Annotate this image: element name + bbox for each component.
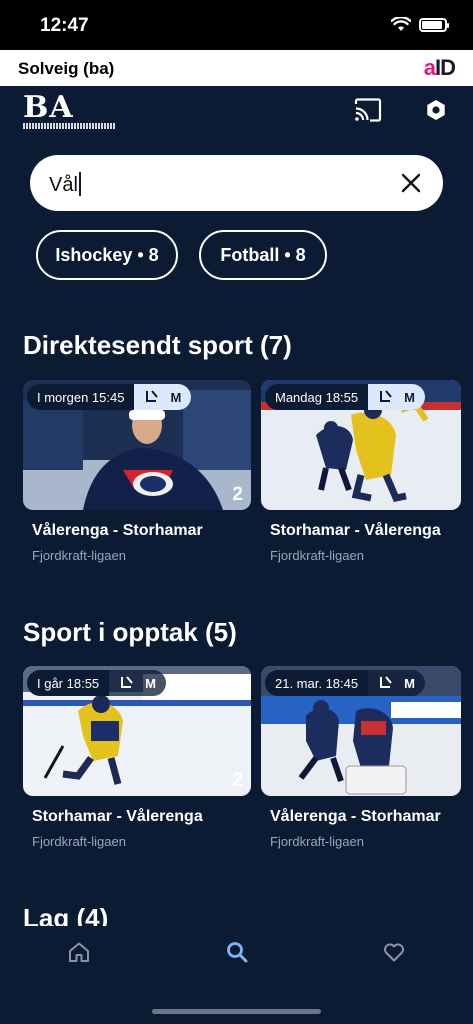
event-badge: Mandag 18:55 M [265,384,425,410]
event-time: Mandag 18:55 [265,384,369,410]
event-card[interactable]: 21. mar. 18:45 M Vålerenga - Storhamar F… [261,666,461,849]
status-icons [391,17,449,32]
event-badge: 21. mar. 18:45 M [265,670,425,696]
event-league: Fjordkraft-ligaen [32,548,126,563]
event-title: Storhamar - Vålerenga [270,522,441,539]
user-bar[interactable]: Solveig (ba) aID [0,50,473,86]
event-meta: M [145,675,156,691]
search-icon[interactable] [225,940,249,964]
search-query[interactable]: Vål [49,172,81,197]
event-time: 21. mar. 18:45 [265,670,369,696]
section-title-live: Direktesendt sport (7) [23,330,292,360]
wifi-icon [391,17,411,31]
event-title: Vålerenga - Storhamar [32,522,203,539]
event-badge: I morgen 15:45 M [27,384,192,410]
app-header: BA [0,86,473,138]
hockey-stick-icon [380,390,392,402]
event-time: I morgen 15:45 [27,384,135,410]
ba-logo[interactable]: BA [23,93,115,129]
event-thumbnail[interactable]: Mandag 18:55 M [261,380,461,510]
cast-icon[interactable] [354,98,382,122]
filter-chip-ishockey[interactable]: Ishockey • 8 [36,230,178,280]
event-meta: M [404,675,415,691]
channel-number: 2 [232,770,243,791]
event-meta: M [404,389,415,405]
event-league: Fjordkraft-ligaen [32,834,126,849]
event-title: Vålerenga - Storhamar [270,808,441,825]
event-card[interactable]: I går 18:55 M 2 Storhamar - Vålerenga Fj… [23,666,251,849]
filter-chip-fotball[interactable]: Fotball • 8 [199,230,327,280]
close-icon[interactable] [399,171,423,195]
status-bar: 12:47 [0,0,473,50]
event-meta: M [170,389,182,405]
event-card[interactable]: I morgen 15:45 M 2 Vålerenga - Storhamar… [23,380,251,563]
event-card[interactable]: Mandag 18:55 M Storhamar - Vålerenga Fjo… [261,380,461,563]
event-thumbnail[interactable]: 21. mar. 18:45 M [261,666,461,796]
user-name: Solveig (ba) [18,59,115,78]
battery-icon [419,17,449,32]
hockey-stick-icon [380,676,392,688]
home-indicator [152,1009,321,1014]
event-time: I går 18:55 [27,670,110,696]
settings-icon[interactable] [424,98,448,122]
hockey-stick-icon [121,676,133,688]
event-thumbnail[interactable]: I morgen 15:45 M 2 [23,380,251,510]
hockey-stick-icon [146,390,159,402]
heart-icon[interactable] [382,940,406,964]
status-time: 12:47 [40,15,89,36]
event-league: Fjordkraft-ligaen [270,834,364,849]
home-icon[interactable] [67,940,91,964]
event-thumbnail[interactable]: I går 18:55 M 2 [23,666,251,796]
event-league: Fjordkraft-ligaen [270,548,364,563]
event-title: Storhamar - Vålerenga [32,808,203,825]
section-title-recorded: Sport i opptak (5) [23,617,237,647]
channel-number: 2 [232,484,243,505]
aid-logo[interactable]: aID [424,55,456,81]
event-badge: I går 18:55 M [27,670,166,696]
search-input[interactable]: Vål [30,155,443,211]
